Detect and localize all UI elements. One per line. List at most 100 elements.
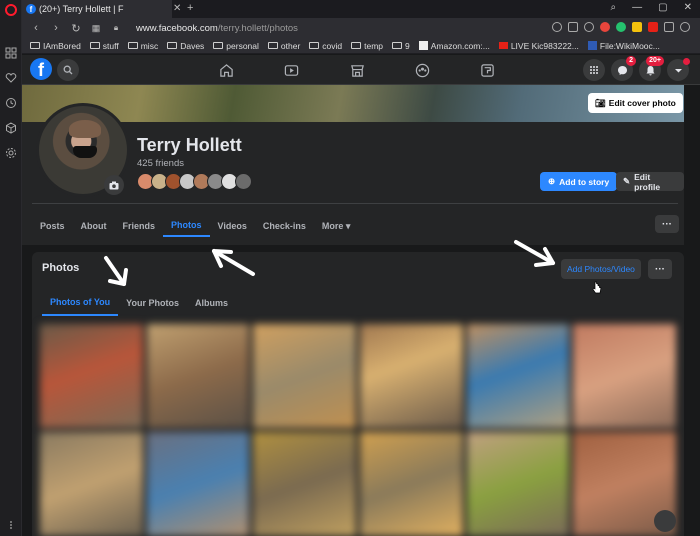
back-icon[interactable]: ‹ xyxy=(30,22,42,34)
extension-cube-icon[interactable] xyxy=(664,22,674,32)
photo-thumbnail[interactable] xyxy=(146,432,250,536)
extension-green-icon[interactable] xyxy=(616,22,626,32)
friend-avatar[interactable] xyxy=(235,173,252,190)
search-tabs-icon[interactable]: ⌕ xyxy=(611,2,617,13)
update-avatar-camera-icon[interactable] xyxy=(104,175,124,195)
menu-grid-icon[interactable] xyxy=(583,59,605,81)
tab-posts[interactable]: Posts xyxy=(32,215,73,237)
photo-thumbnail[interactable] xyxy=(466,324,570,428)
reload-icon[interactable]: ↻ xyxy=(70,22,82,35)
photo-thumbnail[interactable] xyxy=(359,432,463,536)
url-domain: www.facebook.com xyxy=(136,22,218,34)
photo-thumbnail[interactable] xyxy=(253,324,356,428)
photos-title: Photos xyxy=(42,262,80,274)
youtube-icon[interactable] xyxy=(648,22,658,32)
tab-about[interactable]: About xyxy=(73,215,115,237)
gaming-icon[interactable] xyxy=(479,62,495,78)
speed-dial-icon[interactable] xyxy=(4,46,18,60)
bookmark-item[interactable]: IAmBored xyxy=(30,41,81,51)
folder-icon xyxy=(351,42,362,49)
tab-check-ins[interactable]: Check-ins xyxy=(255,215,314,237)
extension-yellow-icon[interactable] xyxy=(632,22,642,32)
bookmark-label: personal xyxy=(226,40,259,51)
sidebar-more-icon[interactable] xyxy=(4,518,18,532)
tab-facebook[interactable]: f (20+) Terry Hollett | F xyxy=(22,0,172,18)
tab-your-photos[interactable]: Your Photos xyxy=(118,290,187,316)
tab-bar: f (20+) Terry Hollett | F ✕ + ⌕ — ▢ ✕ xyxy=(22,0,700,18)
settings-gear-icon[interactable] xyxy=(4,146,18,160)
photo-thumbnail[interactable] xyxy=(40,324,143,428)
bookmark-item[interactable]: stuff xyxy=(89,41,119,51)
tab-photos[interactable]: Photos xyxy=(163,215,210,237)
profile-header: 📷︎ Edit cover photo Terry Hollett 425 fr… xyxy=(22,85,700,245)
tabs-grid-icon[interactable]: ▦ xyxy=(90,23,102,34)
pencil-icon: ✎ xyxy=(623,176,631,186)
bookmark-item[interactable]: Daves xyxy=(167,41,204,51)
watch-video-icon[interactable] xyxy=(283,62,299,78)
facebook-logo-icon[interactable]: f xyxy=(30,58,52,80)
edit-cover-button[interactable]: 📷︎ Edit cover photo xyxy=(588,93,683,113)
mouse-pointer-icon xyxy=(592,281,602,294)
photo-thumbnail[interactable] xyxy=(40,432,143,536)
tab-albums[interactable]: Albums xyxy=(187,290,236,316)
edit-cover-label: Edit cover photo xyxy=(608,98,676,108)
photo-thumbnail[interactable] xyxy=(573,324,676,428)
notifications-bell-icon[interactable]: 20+ xyxy=(639,56,664,81)
photos-more-button[interactable]: ··· xyxy=(648,259,672,279)
marketplace-icon[interactable] xyxy=(349,62,365,78)
friends-count[interactable]: 425 friends xyxy=(137,158,184,169)
bookmark-item[interactable]: Amazon.com:... xyxy=(418,41,490,51)
bookmark-item[interactable]: LIVE Kic983222... xyxy=(498,41,579,51)
window-controls: ⌕ — ▢ ✕ xyxy=(611,2,692,13)
snapshot-camera-icon[interactable] xyxy=(568,22,578,32)
tab-videos[interactable]: Videos xyxy=(210,215,255,237)
profile-more-button[interactable]: ··· xyxy=(655,215,679,233)
tab-photos-of-you[interactable]: Photos of You xyxy=(42,290,119,316)
bookmark-item[interactable]: temp xyxy=(351,41,383,51)
messenger-icon[interactable]: 2 xyxy=(611,56,636,81)
opera-sidebar xyxy=(0,0,22,536)
tab-close-icon[interactable]: ✕ xyxy=(173,3,181,14)
bookmark-item[interactable]: personal xyxy=(213,41,259,51)
photo-thumbnail[interactable] xyxy=(146,324,250,428)
home-icon[interactable] xyxy=(218,62,234,78)
easy-setup-icon[interactable] xyxy=(680,22,690,32)
search-icon[interactable] xyxy=(57,59,79,81)
groups-icon[interactable] xyxy=(414,62,430,78)
bookmark-item[interactable]: other xyxy=(267,41,300,51)
new-tab-icon[interactable]: + xyxy=(187,2,193,14)
extension-icon[interactable] xyxy=(584,22,594,32)
browser-window: f (20+) Terry Hollett | F ✕ + ⌕ — ▢ ✕ ‹ … xyxy=(0,0,700,536)
url-field[interactable]: www.facebook.com/terry.hollett/photos xyxy=(136,23,298,34)
bookmark-item[interactable]: 9 xyxy=(392,41,410,51)
photo-thumbnail[interactable] xyxy=(253,432,356,536)
tab-more[interactable]: More ▾ xyxy=(314,215,359,237)
bookmark-item[interactable]: misc xyxy=(127,40,159,51)
folder-icon xyxy=(267,42,278,49)
tab-friends[interactable]: Friends xyxy=(115,215,164,237)
close-window-icon[interactable]: ✕ xyxy=(684,2,692,13)
photo-thumbnail[interactable] xyxy=(466,432,570,536)
bookmark-item[interactable]: covid xyxy=(309,41,342,51)
bookmark-item[interactable]: File:WikiMooc... xyxy=(587,41,660,51)
photo-thumbnail[interactable] xyxy=(359,324,463,428)
forward-icon[interactable]: › xyxy=(50,22,62,34)
heart-icon[interactable] xyxy=(4,71,18,85)
edit-profile-button[interactable]: ✎ Edit profile xyxy=(616,172,684,192)
extensions-cube-icon[interactable] xyxy=(4,121,18,135)
translate-icon[interactable] xyxy=(552,22,562,32)
friend-avatars xyxy=(137,173,252,190)
minimize-icon[interactable]: — xyxy=(632,2,642,13)
add-to-story-button[interactable]: ⊕ Add to story xyxy=(540,172,618,191)
extension-red-icon[interactable] xyxy=(600,22,610,32)
folder-icon xyxy=(30,42,40,49)
opera-logo-icon[interactable] xyxy=(5,4,17,16)
scroll-to-top-button[interactable] xyxy=(654,510,676,532)
history-icon[interactable] xyxy=(4,96,18,110)
add-photos-video-button[interactable]: Add Photos/Video xyxy=(561,259,641,279)
cover-photo[interactable] xyxy=(22,85,684,122)
bookmark-label: misc xyxy=(140,40,159,51)
camera-icon: 📷︎ xyxy=(595,97,606,108)
account-dropdown-icon[interactable] xyxy=(667,58,690,81)
maximize-icon[interactable]: ▢ xyxy=(658,2,667,13)
